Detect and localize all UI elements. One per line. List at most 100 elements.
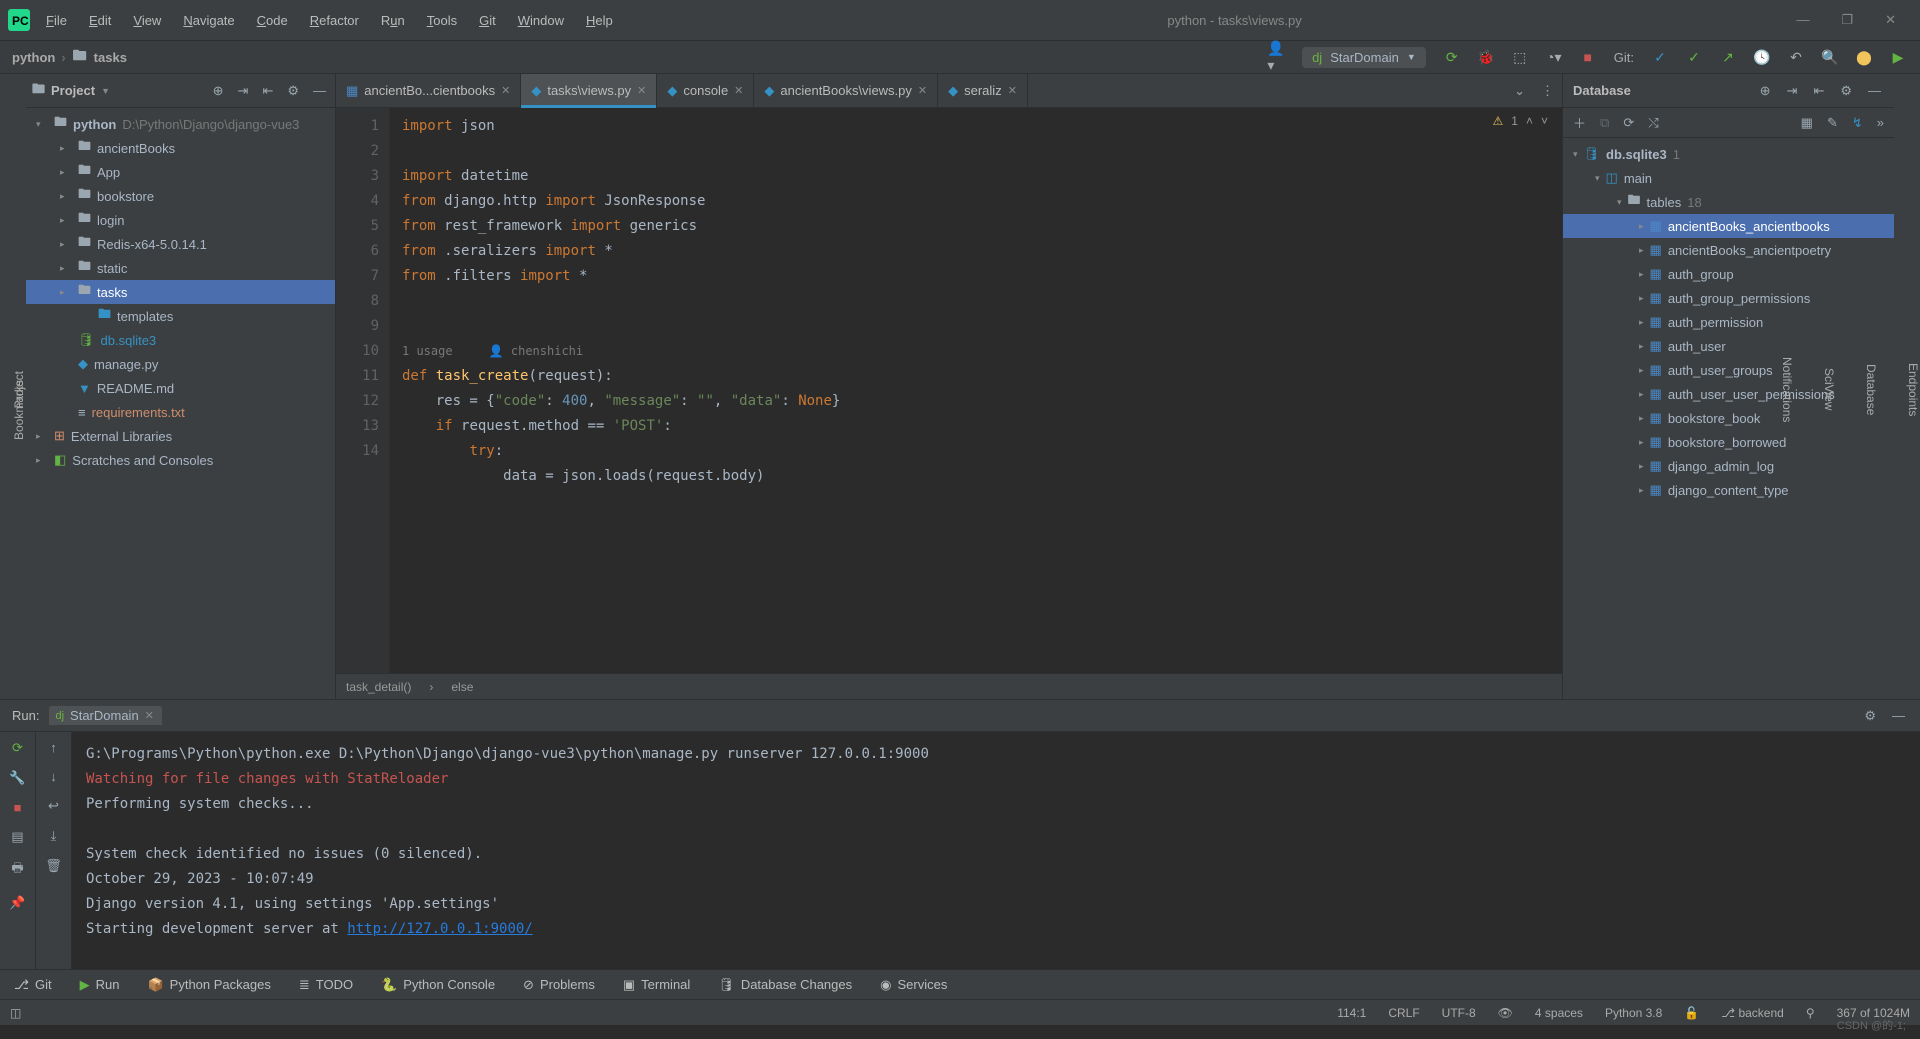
console-output[interactable]: G:\Programs\Python\python.exe D:\Python\… xyxy=(72,732,1920,969)
pin-icon[interactable]: 📌 xyxy=(9,895,25,911)
breadcrumb-root[interactable]: python xyxy=(12,50,55,65)
breadcrumb-item[interactable]: task_detail() xyxy=(346,680,411,694)
tab-sciview[interactable]: SciView xyxy=(1822,368,1836,410)
stop-icon[interactable]: ■ xyxy=(14,800,22,815)
revert-icon[interactable]: ↶ xyxy=(1788,49,1804,65)
editor-tab[interactable]: ◆seraliz✕ xyxy=(938,74,1028,108)
chevron-right-icon[interactable]: ▸ xyxy=(60,239,72,250)
db-table-node[interactable]: ▸▦ancientBooks_ancientpoetry xyxy=(1563,238,1894,262)
table-view-icon[interactable]: ▦ xyxy=(1801,115,1813,131)
chevron-right-icon[interactable]: ▸ xyxy=(36,431,48,442)
tree-node[interactable]: ▸🖿Redis-x64-5.0.14.1 xyxy=(26,232,335,256)
lock-icon[interactable]: 🔓 xyxy=(1684,1006,1699,1020)
close-icon[interactable]: ✕ xyxy=(145,709,154,722)
menu-git[interactable]: Git xyxy=(479,13,496,28)
tool-services[interactable]: ◉Services xyxy=(880,977,947,993)
tool-run[interactable]: ▶Run xyxy=(80,977,120,993)
chevron-right-icon[interactable]: ▸ xyxy=(1639,269,1644,280)
close-icon[interactable]: ✕ xyxy=(1885,12,1896,28)
profile-icon[interactable]: ◔▾ xyxy=(1546,49,1562,65)
tree-node-root[interactable]: ▾ 🖿 python D:\Python\Django\django-vue3 xyxy=(26,112,335,136)
tab-database[interactable]: Database xyxy=(1864,364,1878,415)
tab-notifications[interactable]: Notifications xyxy=(1780,357,1794,422)
db-table-node[interactable]: ▸▦auth_permission xyxy=(1563,310,1894,334)
tree-node[interactable]: ≡requirements.txt xyxy=(26,400,335,424)
chevron-right-icon[interactable]: ▸ xyxy=(1639,485,1644,496)
menu-edit[interactable]: Edit xyxy=(89,13,111,28)
chevron-down-icon[interactable]: ▾ xyxy=(36,119,48,130)
clear-icon[interactable]: 🗑 xyxy=(45,858,62,874)
db-table-node[interactable]: ▸▦django_content_type xyxy=(1563,478,1894,502)
tab-bookmarks[interactable]: Bookmarks xyxy=(12,380,26,440)
scroll-icon[interactable]: ⤓ xyxy=(51,828,57,844)
up-icon[interactable]: ↑ xyxy=(50,740,57,755)
db-node-root[interactable]: ▾ 🛢 db.sqlite3 1 xyxy=(1563,142,1894,166)
run-icon[interactable]: ⟳ xyxy=(1444,49,1460,65)
encoding[interactable]: UTF-8 xyxy=(1442,1006,1476,1020)
locate-icon[interactable]: ⊕ xyxy=(210,80,227,102)
tree-node[interactable]: 🛢db.sqlite3 xyxy=(26,328,335,352)
chevron-right-icon[interactable]: ▸ xyxy=(1639,365,1644,376)
close-icon[interactable]: ✕ xyxy=(734,84,743,97)
tool-db-changes[interactable]: 🛢Database Changes xyxy=(718,977,852,993)
db-table-node[interactable]: ▸▦bookstore_book xyxy=(1563,406,1894,430)
db-table-node[interactable]: ▸▦bookstore_borrowed xyxy=(1563,430,1894,454)
target-icon[interactable]: ⊕ xyxy=(1757,80,1774,102)
collapse-icon[interactable]: ⇤ xyxy=(1810,80,1827,102)
code-with-me-icon[interactable]: ▶ xyxy=(1890,49,1906,65)
chevron-right-icon[interactable]: ▸ xyxy=(60,215,72,226)
coverage-icon[interactable]: ⬚ xyxy=(1512,49,1528,65)
menu-window[interactable]: Window xyxy=(518,13,564,28)
chevron-right-icon[interactable]: ▸ xyxy=(60,167,72,178)
chevron-right-icon[interactable]: ▸ xyxy=(1639,317,1644,328)
line-separator[interactable]: CRLF xyxy=(1388,1006,1419,1020)
inspection-widget[interactable]: ⚠ 1 ˄ ˅ xyxy=(1493,114,1548,128)
interpreter[interactable]: Python 3.8 xyxy=(1605,1006,1662,1020)
tree-node[interactable]: ◆manage.py xyxy=(26,352,335,376)
chevron-right-icon[interactable]: ▸ xyxy=(1639,341,1644,352)
sync-icon[interactable]: ⤭ xyxy=(1648,115,1658,131)
db-table-node[interactable]: ▸▦ancientBooks_ancientbooks xyxy=(1563,214,1894,238)
gear-icon[interactable]: ⚙ xyxy=(1861,705,1879,727)
history-icon[interactable]: 🕓 xyxy=(1754,49,1770,65)
db-table-node[interactable]: ▸▦django_admin_log xyxy=(1563,454,1894,478)
ddl-icon[interactable]: ↯ xyxy=(1852,115,1863,131)
updates-icon[interactable]: ⬤ xyxy=(1856,49,1872,65)
debug-icon[interactable]: 🐞 xyxy=(1478,49,1494,65)
run-config-selector[interactable]: dj StarDomain ▼ xyxy=(1302,47,1426,68)
chevron-right-icon[interactable]: ▸ xyxy=(1639,437,1644,448)
tool-todo[interactable]: ≣TODO xyxy=(299,977,353,993)
menu-file[interactable]: File xyxy=(46,13,67,28)
chevron-down-icon[interactable]: ⌄ xyxy=(1506,83,1533,99)
tree-node-scratches[interactable]: ▸ ◧ Scratches and Consoles xyxy=(26,448,335,472)
chevron-right-icon[interactable]: ▸ xyxy=(1639,221,1644,232)
db-table-node[interactable]: ▸▦auth_group_permissions xyxy=(1563,286,1894,310)
database-tree[interactable]: ▾ 🛢 db.sqlite3 1 ▾ ◫ main ▾ 🖿 tables 18 … xyxy=(1563,138,1894,699)
user-icon[interactable]: 👤▾ xyxy=(1268,49,1284,65)
chevron-right-icon[interactable]: ▸ xyxy=(1639,245,1644,256)
tree-node[interactable]: 🖿templates xyxy=(26,304,335,328)
chevron-down-icon[interactable]: ▼ xyxy=(101,86,110,96)
hide-icon[interactable]: — xyxy=(1865,80,1884,101)
push-icon[interactable]: ↗ xyxy=(1720,49,1736,65)
chevron-down-icon[interactable]: ▾ xyxy=(1595,173,1600,184)
chevron-right-icon[interactable]: ▸ xyxy=(36,455,48,466)
db-node-schema[interactable]: ▾ ◫ main xyxy=(1563,166,1894,190)
more-icon[interactable]: ⋮ xyxy=(1533,83,1562,99)
gear-icon[interactable]: ⚙ xyxy=(284,80,302,102)
tool-terminal[interactable]: ▣Terminal xyxy=(623,977,690,993)
stop-icon[interactable]: ■ xyxy=(1580,49,1596,65)
tool-problems[interactable]: ⊘Problems xyxy=(523,977,595,993)
db-table-node[interactable]: ▸▦auth_user_user_permissions xyxy=(1563,382,1894,406)
editor-tab[interactable]: ◆tasks\views.py✕ xyxy=(521,74,657,108)
code-text[interactable]: import json import datetimefrom django.h… xyxy=(390,108,1562,673)
chevron-down-icon[interactable]: ˅ xyxy=(1541,114,1548,128)
hide-icon[interactable]: — xyxy=(1889,705,1908,726)
database-toolbar[interactable]: ＋ ⧉ ⟳ ⤭ ▦ ✎ ↯ » xyxy=(1563,108,1894,138)
breadcrumbs-bar[interactable]: task_detail() › else xyxy=(336,673,1562,699)
rerun-icon[interactable]: ⟳ xyxy=(12,740,23,756)
wrench-icon[interactable]: 🔧 xyxy=(9,770,25,786)
chevron-down-icon[interactable]: ▾ xyxy=(1617,197,1622,208)
tree-node[interactable]: ▸🖿static xyxy=(26,256,335,280)
editor-tab[interactable]: ▦ancientBo...cientbooks✕ xyxy=(336,74,521,108)
